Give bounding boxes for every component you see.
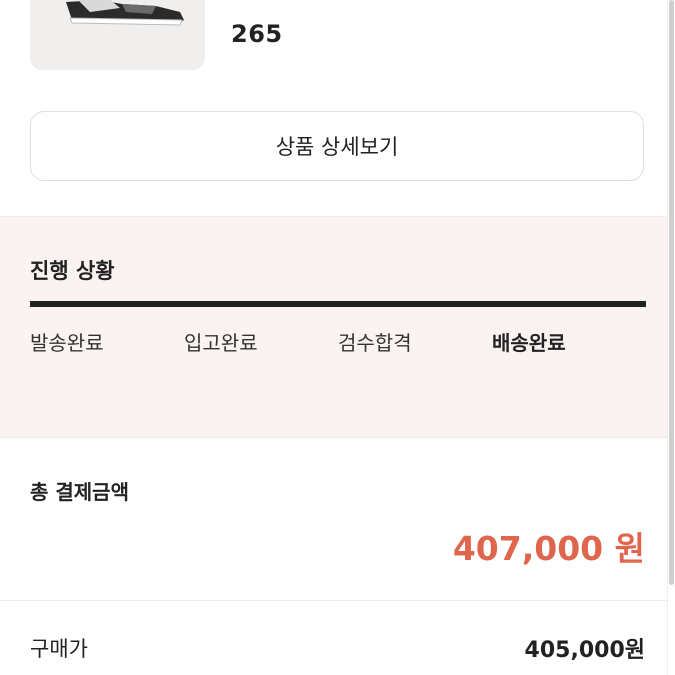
progress-title: 진행 상황 [30,259,115,283]
progress-steps: 발송완료 입고완료 검수합격 배송완료 [30,327,646,357]
scrollbar-thumb[interactable] [669,0,674,585]
step-inspection-passed: 검수합격 [338,331,412,355]
order-detail-page: 265 상품 상세보기 진행 상황 발송완료 입고완료 검수합격 배송완료 총 … [0,0,675,675]
progress-bar [30,301,646,307]
step-received: 입고완료 [184,331,258,355]
step-delivered: 배송완료 [492,331,566,355]
step-shipped: 발송완료 [30,331,104,355]
progress-section: 진행 상황 발송완료 입고완료 검수합격 배송완료 [0,217,667,437]
total-payment-amount: 407,000 원 [452,529,645,568]
product-size: 265 [231,20,283,48]
purchase-price-label: 구매가 [30,637,88,661]
total-payment-label: 총 결제금액 [30,480,129,504]
scrollbar[interactable] [667,0,675,675]
product-detail-button[interactable]: 상품 상세보기 [30,111,644,181]
divider [0,437,667,438]
sneaker-icon [66,0,184,26]
purchase-price-value: 405,000원 [524,638,645,663]
product-image[interactable] [30,0,205,70]
divider [0,600,667,601]
